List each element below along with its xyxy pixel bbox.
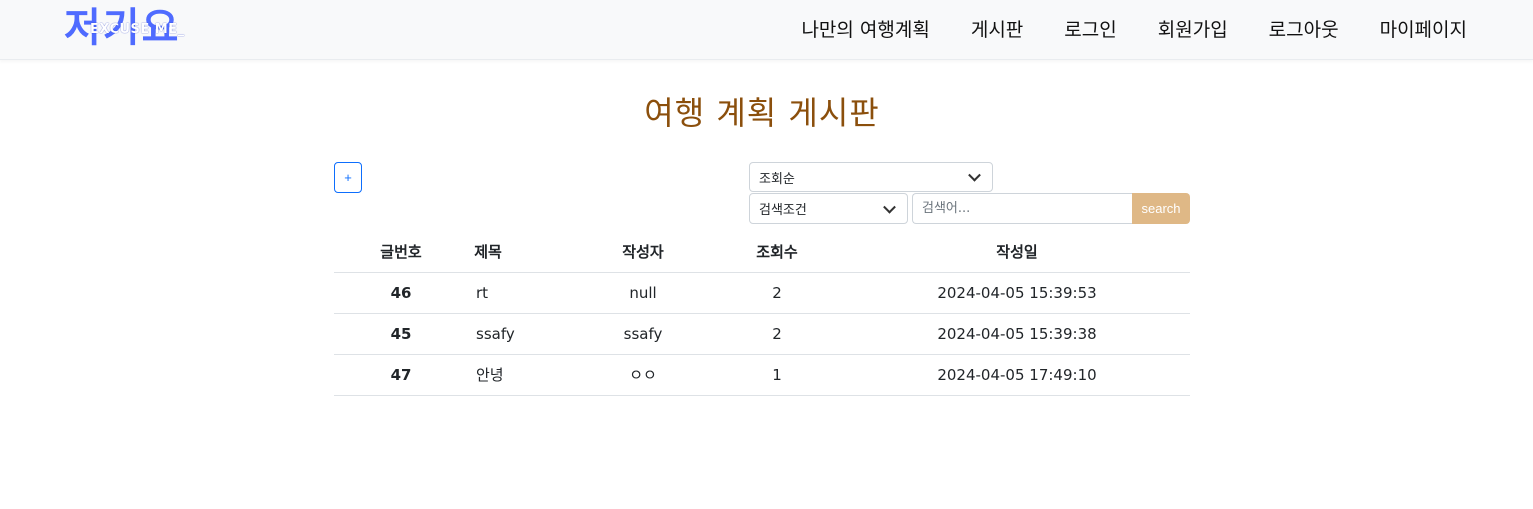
navbar: 저기요 EXCUSE ME_ 나만의 여행계획 게시판 로그인 회원가입 로그아… [0,0,1533,60]
cell-views: 1 [710,354,844,396]
chevron-down-icon [968,168,981,182]
header-title: 제목 [468,232,576,273]
cell-author: ssafy [576,313,710,355]
search-condition-value: 검색조건 [759,203,807,218]
nav-item-signup[interactable]: 회원가입 [1137,0,1248,60]
search-condition-select[interactable]: 검색조건 [749,193,908,224]
cell-title[interactable]: ssafy [468,313,576,355]
table-row[interactable]: 45 ssafy ssafy 2 2024-04-05 15:39:38 [334,313,1190,355]
cell-date: 2024-04-05 17:49:10 [844,354,1190,396]
search-button[interactable]: search [1132,193,1190,224]
header-author: 작성자 [576,232,710,273]
nav-item-logout[interactable]: 로그아웃 [1248,0,1359,60]
header-date: 작성일 [844,232,1190,273]
page-title: 여행 계획 게시판 [644,94,880,132]
cell-date: 2024-04-05 15:39:53 [844,272,1190,314]
board-table: 글번호 제목 작성자 조회수 작성일 46 rt null 2 2024-04-… [334,232,1190,396]
sort-select[interactable]: 조회순 [749,162,993,192]
brand-logo[interactable]: 저기요 EXCUSE ME_ [64,5,212,51]
chevron-down-icon [883,200,896,214]
cell-title[interactable]: rt [468,272,576,314]
add-post-button[interactable]: + [334,162,362,193]
header-views: 조회수 [710,232,844,273]
cell-date: 2024-04-05 15:39:38 [844,313,1190,355]
search-input[interactable] [912,193,1133,224]
cell-views: 2 [710,272,844,314]
nav-item-mypage[interactable]: 마이페이지 [1359,0,1467,60]
cell-title[interactable]: 안녕 [468,354,576,396]
main-nav: 나만의 여행계획 게시판 로그인 회원가입 로그아웃 마이페이지 [781,0,1467,60]
header-post-number: 글번호 [334,232,468,273]
nav-item-board[interactable]: 게시판 [950,0,1043,60]
cell-post-number: 46 [334,272,468,314]
nav-item-login[interactable]: 로그인 [1044,0,1137,60]
cell-author: ㅇㅇ [576,354,710,396]
table-row[interactable]: 47 안녕 ㅇㅇ 1 2024-04-05 17:49:10 [334,354,1190,396]
logo-sub-text: EXCUSE ME_ [90,22,185,37]
cell-post-number: 45 [334,313,468,355]
cell-views: 2 [710,313,844,355]
sort-select-value: 조회순 [759,171,795,187]
cell-author: null [576,272,710,314]
table-row[interactable]: 46 rt null 2 2024-04-05 15:39:53 [334,272,1190,314]
cell-post-number: 47 [334,354,468,396]
nav-item-my-travel-plan[interactable]: 나만의 여행계획 [781,0,950,60]
table-header-row: 글번호 제목 작성자 조회수 작성일 [334,232,1190,273]
